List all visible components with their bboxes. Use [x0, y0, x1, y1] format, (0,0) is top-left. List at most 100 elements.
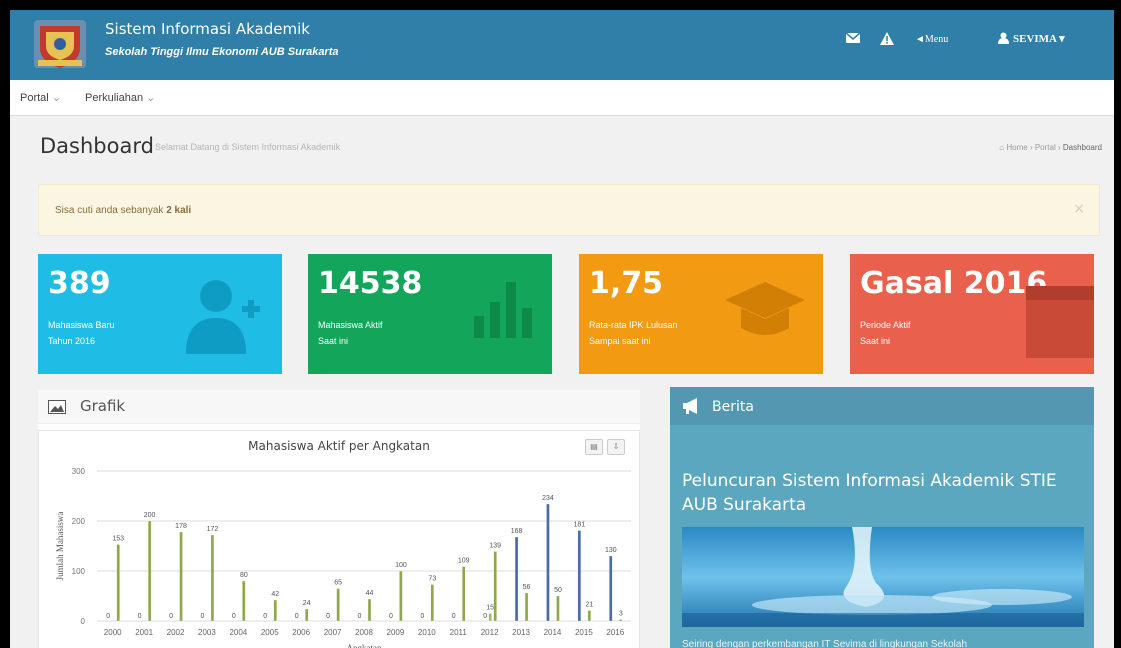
data-label: 0: [232, 613, 236, 620]
news-panel-header: Berita: [670, 387, 1094, 425]
x-tick-label: 2005: [261, 628, 279, 637]
y-tick-label: 200: [72, 517, 86, 526]
data-label: 44: [366, 590, 374, 597]
x-tick-label: 2008: [355, 628, 373, 637]
menu-label: Menu: [924, 34, 949, 45]
envelope-icon[interactable]: [845, 32, 861, 48]
stat-value: Gasal 2016: [860, 266, 1048, 301]
breadcrumb-current: Dashboard: [1062, 143, 1102, 152]
x-tick-label: 2010: [418, 628, 436, 637]
bullhorn-icon: [682, 398, 700, 418]
data-label: 109: [458, 558, 470, 565]
app-title: Sistem Informasi Akademik: [105, 20, 310, 38]
nav-item-perkuliahan[interactable]: Perkuliahan ⌄: [85, 91, 155, 104]
data-label: 139: [489, 543, 501, 550]
data-label: 153: [112, 536, 124, 543]
page-title: Dashboard: [40, 134, 154, 158]
stat-average-gpa[interactable]: 1,75 Rata-rata IPK Lulusan Sampai saat i…: [579, 254, 823, 374]
top-header: Sistem Informasi Akademik Sekolah Tinggi…: [10, 10, 1114, 80]
bar: [305, 608, 309, 622]
page-subtitle: Selamat Datang di Sistem Informasi Akade…: [155, 142, 341, 152]
news-headline[interactable]: Peluncuran Sistem Informasi Akademik STI…: [682, 469, 1082, 517]
stat-new-students[interactable]: 389 Mahasiswa Baru Tahun 2016: [38, 254, 282, 374]
menu-button[interactable]: ◄Menu: [915, 34, 948, 45]
home-icon: ⌂: [999, 143, 1005, 152]
user-dropdown[interactable]: SEVIMA ▾: [998, 32, 1065, 47]
close-icon[interactable]: ×: [1073, 201, 1085, 217]
data-label: 65: [334, 580, 342, 587]
chart-panel-title: Grafik: [80, 397, 126, 415]
main-nav: Portal ⌄ Perkuliahan ⌄: [10, 80, 1114, 116]
data-label: 15: [486, 605, 494, 612]
stat-label: Periode Aktif: [860, 320, 911, 330]
data-label: 56: [523, 584, 531, 591]
data-label: 181: [574, 522, 586, 529]
data-label: 24: [303, 600, 311, 607]
chevron-down-icon: ⌄: [146, 92, 156, 104]
bar: [524, 592, 529, 622]
bar: [210, 534, 215, 622]
stat-sublabel: Saat ini: [860, 336, 891, 346]
nav-item-label: Portal: [20, 92, 49, 104]
data-label: 100: [395, 562, 407, 569]
x-tick-label: 2014: [544, 628, 562, 637]
data-label: 200: [144, 512, 156, 519]
stat-active-students[interactable]: 14538 Mahasiswa Aktif Saat ini: [308, 254, 552, 374]
x-tick-label: 2011: [450, 628, 468, 637]
data-label: 234: [542, 495, 554, 502]
stat-label: Rata-rata IPK Lulusan: [589, 320, 678, 330]
stat-label: Mahasiswa Baru: [48, 320, 115, 330]
alert-text: Sisa cuti anda sebanyak 2 kali: [55, 205, 191, 216]
breadcrumb-portal[interactable]: Portal: [1035, 143, 1056, 152]
x-tick-label: 2002: [167, 628, 185, 637]
x-tick-label: 2003: [198, 628, 216, 637]
x-tick-label: 2016: [606, 628, 624, 637]
stat-sublabel: Tahun 2016: [48, 336, 96, 346]
institution-logo[interactable]: [32, 16, 88, 72]
bar: [462, 566, 466, 622]
bar: [587, 610, 592, 622]
data-label: 0: [358, 613, 362, 620]
data-label: 42: [271, 591, 279, 598]
data-label: 178: [175, 523, 187, 530]
y-axis-label: Jumlah Mahasiswa: [55, 512, 65, 581]
data-label: 0: [483, 613, 487, 620]
caret-down-icon: ▾: [1059, 33, 1065, 45]
x-tick-label: 2013: [512, 628, 530, 637]
x-tick-label: 2009: [387, 628, 405, 637]
x-tick-label: 2007: [324, 628, 342, 637]
nav-item-label: Perkuliahan: [85, 92, 144, 104]
breadcrumb: ⌂ Home › Portal › Dashboard: [999, 143, 1102, 152]
x-tick-label: 2012: [481, 628, 499, 637]
stat-active-period[interactable]: Gasal 2016 Periode Aktif Saat ini: [850, 254, 1094, 374]
alert-icon[interactable]: [880, 32, 894, 49]
data-label: 0: [326, 613, 330, 620]
add-user-icon: [184, 276, 264, 358]
bar: [116, 544, 120, 622]
browser-viewport: Sistem Informasi Akademik Sekolah Tinggi…: [10, 10, 1114, 648]
stat-sublabel: Sampai saat ini: [589, 336, 651, 346]
data-label: 172: [207, 526, 219, 533]
bar: [493, 551, 497, 622]
x-tick-label: 2000: [104, 628, 122, 637]
bar: [242, 580, 246, 622]
bar: [514, 536, 519, 622]
stat-sublabel: Saat ini: [318, 336, 349, 346]
user-label: SEVIMA: [1013, 33, 1057, 45]
bar-chart: 0100200300Jumlah Mahasiswa20000153200102…: [55, 467, 631, 648]
chevron-down-icon: ⌄: [51, 92, 62, 104]
user-icon: [998, 32, 1009, 47]
bar: [488, 613, 492, 622]
x-tick-label: 2015: [575, 628, 593, 637]
bar: [609, 555, 613, 622]
breadcrumb-home[interactable]: Home: [1006, 143, 1027, 152]
stat-value: 389: [48, 266, 111, 301]
news-image[interactable]: [682, 527, 1084, 627]
news-panel: Berita Peluncuran Sistem Informasi Akade…: [670, 387, 1094, 648]
data-label: 0: [263, 613, 267, 620]
alert-prefix: Sisa cuti anda sebanyak: [55, 205, 167, 216]
bar: [619, 619, 623, 622]
nav-item-portal[interactable]: Portal ⌄: [20, 91, 61, 104]
bar: [546, 503, 550, 622]
data-label: 168: [511, 528, 523, 535]
